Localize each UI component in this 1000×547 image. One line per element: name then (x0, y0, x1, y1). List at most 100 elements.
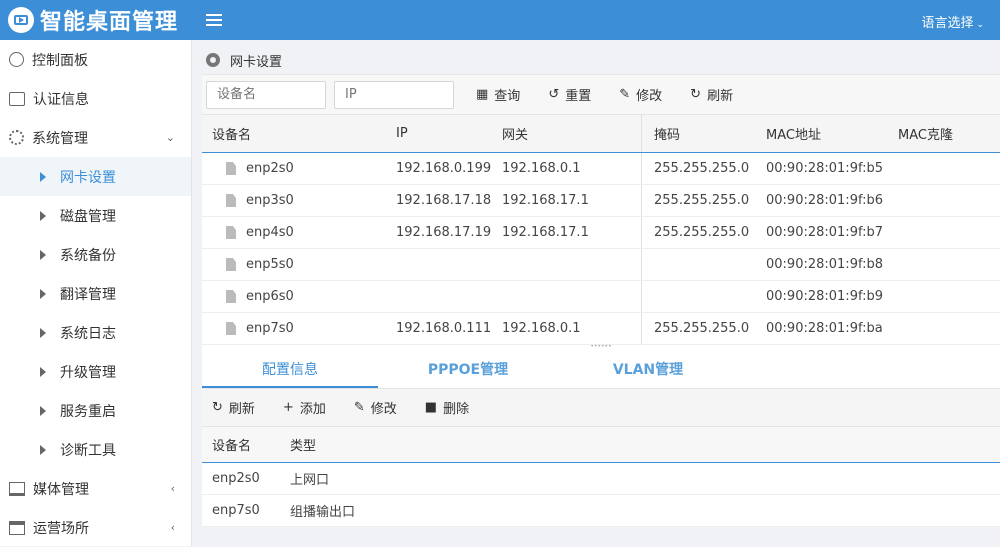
menu-toggle-icon[interactable] (206, 11, 222, 29)
nic-table: 设备名 IP 网关 掩码 MAC地址 MAC克隆 enp2s0 192.168.0… (202, 114, 1000, 351)
language-select[interactable]: 语言选择 ⌄ (921, 12, 984, 31)
sidebar-subitem-label: 系统日志 (60, 325, 116, 342)
ip-input[interactable] (334, 80, 454, 109)
caret-right-icon (40, 171, 46, 182)
table-cell: enp5s0 (202, 257, 396, 272)
table-cell: enp7s0 (212, 503, 260, 518)
gauge-icon (9, 52, 24, 67)
caret-right-icon (40, 444, 46, 455)
delete-button-label: 删除 (443, 402, 470, 417)
edit-button[interactable]: ✎ 修改 (619, 85, 662, 104)
top-bar: 智能桌面管理 语言选择 ⌄ (0, 0, 1000, 40)
sidebar-item-venues[interactable]: 运营场所 ‹ (0, 508, 191, 547)
table-cell: 00:90:28:01:9f:b6 (766, 193, 898, 208)
add-button[interactable]: + 添加 (283, 398, 326, 417)
table-cell: 组播输出口 (290, 505, 356, 520)
add-button-label: 添加 (299, 402, 326, 417)
tab-config-info[interactable]: 配置信息 (202, 351, 378, 388)
table-cell: 192.168.17.1 (502, 185, 642, 216)
gear-icon (206, 53, 220, 67)
table-cell: 00:90:28:01:9f:ba (766, 321, 898, 336)
table-row[interactable]: enp7s0 组播输出口 (202, 495, 1000, 527)
sidebar-item-label: 认证信息 (33, 91, 89, 108)
reset-button[interactable]: ↺ 重置 (548, 85, 591, 104)
table-cell: enp2s0 (212, 471, 260, 486)
table-cell-text: enp6s0 (246, 289, 294, 304)
table-row[interactable]: enp6s0 00:90:28:01:9f:b9 (202, 281, 1000, 313)
page-title: 网卡设置 (230, 54, 283, 70)
sidebar-item-system-management[interactable]: 系统管理 ⌄ (0, 118, 191, 157)
table-cell: 192.168.17.18 (396, 193, 502, 208)
file-icon (226, 226, 236, 239)
search-icon: ▦ (476, 87, 489, 102)
sidebar-subitem-service-restart[interactable]: 服务重启 (0, 391, 191, 430)
sidebar-subitem-label: 磁盘管理 (60, 208, 116, 225)
caret-right-icon (40, 366, 46, 377)
table-cell: 00:90:28:01:9f:b7 (766, 225, 898, 240)
sidebar-subitem-upgrade[interactable]: 升级管理 (0, 352, 191, 391)
file-icon (226, 162, 236, 175)
table-row[interactable]: enp7s0 192.168.0.111 192.168.0.1 255.255.25… (202, 313, 1000, 345)
config-table: 设备名 类型 enp2s0 上网口 enp7s0 组播输出口 (202, 427, 1000, 527)
column-header[interactable]: MAC克隆 (898, 124, 998, 143)
table-cell (502, 249, 642, 280)
sidebar-subitem-diagnostics[interactable]: 诊断工具 (0, 430, 191, 469)
tab-vlan[interactable]: VLAN管理 (558, 351, 738, 388)
reset-button-label: 重置 (565, 89, 592, 104)
table-row[interactable]: enp4s0 192.168.17.19 192.168.17.1 255.255.2… (202, 217, 1000, 249)
chevron-down-icon: ⌄ (976, 20, 984, 30)
column-header[interactable]: 设备名 (202, 435, 290, 454)
table-cell-text: 00:90:28:01:9f:b9 (766, 289, 883, 304)
app-logo: 智能桌面管理 (0, 4, 192, 36)
table-cell-text: 255.255.255.0 (654, 321, 750, 336)
refresh-button[interactable]: ↻ 刷新 (212, 398, 255, 417)
refresh-button[interactable]: ↻ 刷新 (690, 85, 733, 104)
caret-right-icon (40, 249, 46, 260)
sidebar-item-media-management[interactable]: 媒体管理 ‹ (0, 469, 191, 508)
table-cell-text: 00:90:28:01:9f:b5 (766, 161, 883, 176)
table-cell: 192.168.17.1 (502, 217, 642, 248)
table-cell: 192.168.17.19 (396, 225, 502, 240)
table-cell-text: 255.255.255.0 (654, 193, 750, 208)
table-cell-text: enp3s0 (246, 193, 294, 208)
sidebar-subitem-system-log[interactable]: 系统日志 (0, 313, 191, 352)
file-icon (226, 258, 236, 271)
column-header[interactable]: MAC地址 (766, 124, 898, 143)
sidebar-subitem-disk-management[interactable]: 磁盘管理 (0, 196, 191, 235)
column-header[interactable]: 掩码 (642, 124, 766, 143)
column-header[interactable]: 设备名 (202, 124, 396, 143)
column-header[interactable]: IP (396, 126, 502, 141)
sidebar-subitem-nic-settings[interactable]: 网卡设置 (0, 157, 191, 196)
sidebar-item-label: 系统管理 (32, 130, 88, 147)
config-toolbar: ↻ 刷新 + 添加 ✎ 修改 ■ 删除 (202, 389, 1000, 427)
device-name-input[interactable] (206, 80, 326, 109)
table-cell: enp3s0 (202, 193, 396, 208)
trash-icon: ■ (424, 400, 438, 415)
table-row[interactable]: enp3s0 192.168.17.18 192.168.17.1 255.255.2… (202, 185, 1000, 217)
query-button[interactable]: ▦ 查询 (476, 85, 520, 104)
sidebar-subitem-label: 诊断工具 (60, 442, 116, 459)
column-header[interactable]: 网关 (502, 115, 642, 152)
table-cell-text: 255.255.255.0 (654, 225, 750, 240)
tab-pppoe[interactable]: PPPOE管理 (378, 351, 558, 388)
column-header[interactable]: 类型 (290, 435, 490, 454)
table-cell-text: 192.168.17.19 (396, 225, 492, 240)
language-select-label: 语言选择 (921, 16, 974, 31)
table-row[interactable]: enp2s0 上网口 (202, 463, 1000, 495)
table-cell: enp4s0 (202, 225, 396, 240)
sidebar-item-auth-info[interactable]: 认证信息 (0, 79, 191, 118)
sidebar: 控制面板 认证信息 系统管理 ⌄ 网卡设置 磁盘管理 系统备份 翻译管理 系统日… (0, 40, 192, 546)
edit-button[interactable]: ✎ 修改 (354, 398, 397, 417)
table-cell (502, 281, 642, 312)
table-row[interactable]: enp2s0 192.168.0.199 192.168.0.1 255.255.25… (202, 153, 1000, 185)
table-cell-text: 192.168.0.1 (502, 161, 581, 176)
sidebar-subitem-translation[interactable]: 翻译管理 (0, 274, 191, 313)
sidebar-subitem-system-backup[interactable]: 系统备份 (0, 235, 191, 274)
table-row[interactable]: enp5s0 00:90:28:01:9f:b8 (202, 249, 1000, 281)
sidebar-subitem-label: 网卡设置 (60, 169, 116, 186)
delete-button[interactable]: ■ 删除 (425, 398, 469, 417)
sidebar-item-control-panel[interactable]: 控制面板 (0, 40, 191, 79)
table-header: 设备名 IP 网关 掩码 MAC地址 MAC克隆 (202, 115, 1000, 153)
building-icon (9, 520, 25, 535)
plus-icon: + (282, 400, 294, 415)
